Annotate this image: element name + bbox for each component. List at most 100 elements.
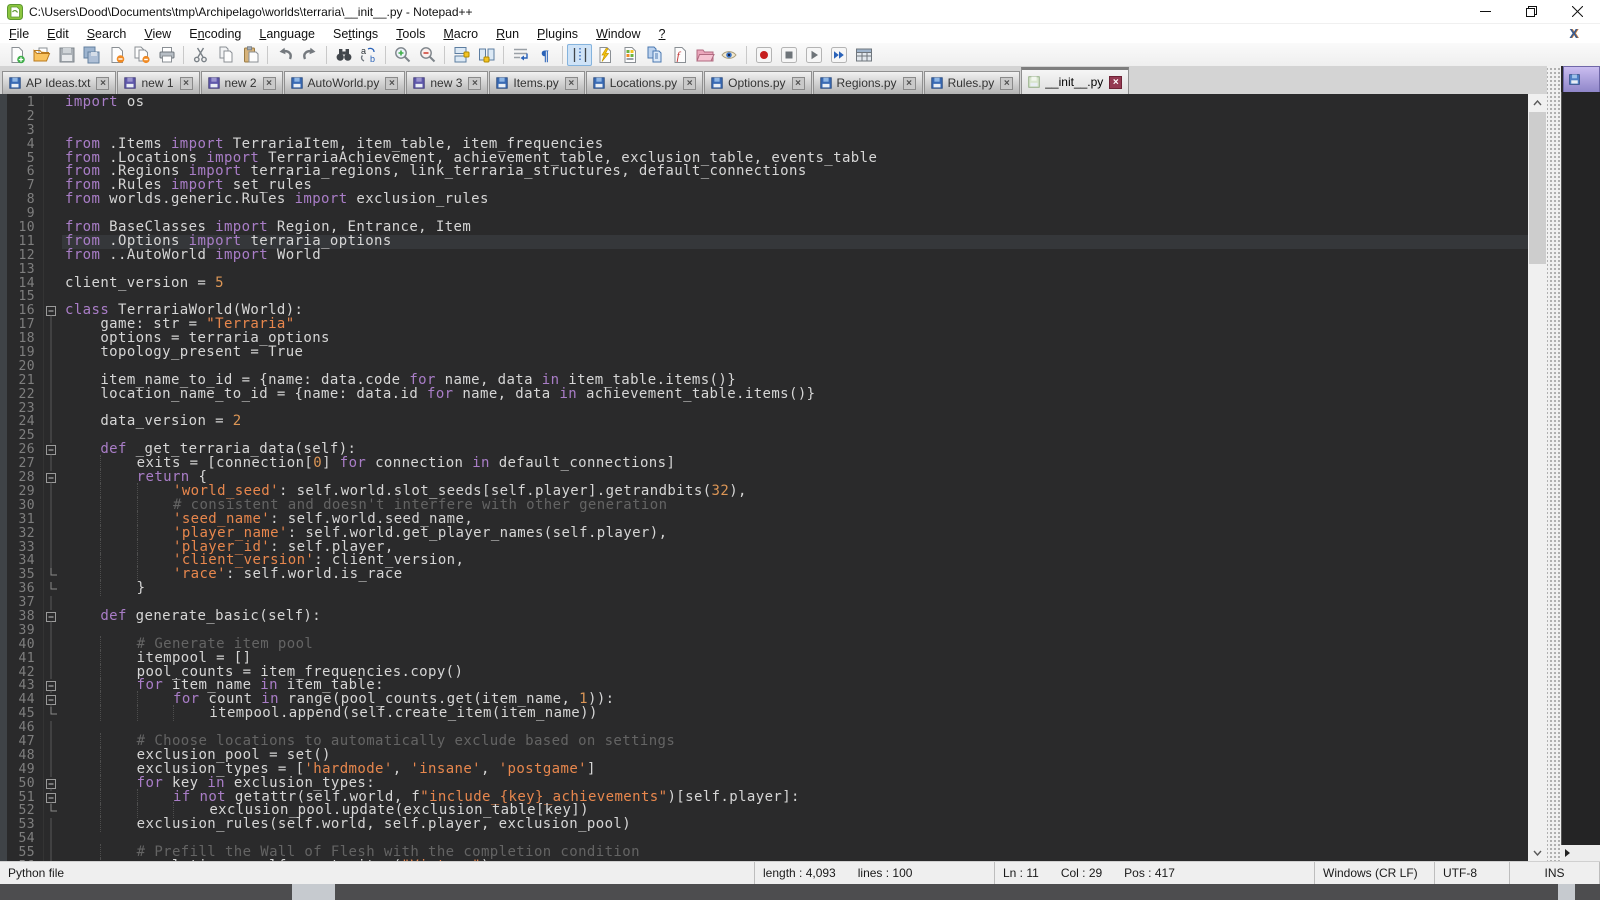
scroll-down-arrow[interactable] [1528, 844, 1547, 861]
code-line[interactable]: 12from ..AutoWorld import World [0, 249, 1528, 263]
code-line[interactable]: 35 'race': self.world.is_race [0, 568, 1528, 582]
document-list-icon[interactable] [642, 44, 667, 66]
fold-collapse-icon[interactable] [44, 693, 62, 707]
scroll-up-arrow[interactable] [1528, 94, 1547, 111]
menu-settings[interactable]: Settings [324, 26, 387, 42]
second-view-editor[interactable] [1561, 92, 1600, 845]
tab-regions-py[interactable]: Regions.py× [813, 71, 923, 94]
code-line[interactable]: 24 data_version = 2 [0, 415, 1528, 429]
cut-icon[interactable] [188, 44, 213, 66]
tab-close-icon[interactable]: × [903, 77, 916, 90]
menu-run[interactable]: Run [487, 26, 528, 42]
tab-close-icon[interactable]: × [180, 77, 193, 90]
open-file-icon[interactable] [29, 44, 54, 66]
close-icon[interactable] [104, 44, 129, 66]
second-view-tab[interactable] [1563, 66, 1600, 92]
code-line[interactable]: 13 [0, 263, 1528, 277]
minimize-button[interactable] [1462, 0, 1508, 23]
show-all-characters-icon[interactable]: ¶ [533, 44, 558, 66]
view-splitter[interactable] [1547, 66, 1561, 861]
fold-collapse-icon[interactable] [44, 471, 62, 485]
bookmark-margin[interactable] [0, 94, 7, 861]
tab-close-icon[interactable]: × [1000, 77, 1013, 90]
copy-icon[interactable] [213, 44, 238, 66]
tab-ap-ideas-txt[interactable]: AP Ideas.txt× [2, 71, 116, 94]
fold-collapse-icon[interactable] [44, 679, 62, 693]
stop-recording-icon[interactable] [776, 44, 801, 66]
taskbar-corner-button[interactable] [1558, 884, 1575, 900]
code-line[interactable]: 8from worlds.generic.Rules import exclus… [0, 193, 1528, 207]
find-icon[interactable] [331, 44, 356, 66]
paste-icon[interactable] [238, 44, 263, 66]
menu-language[interactable]: Language [250, 26, 324, 42]
run-macro-multiple-icon[interactable] [826, 44, 851, 66]
tab-new-2[interactable]: new 2× [201, 71, 283, 94]
menu-view[interactable]: View [135, 26, 180, 42]
status-insert-mode[interactable]: INS [1510, 862, 1600, 884]
tab-new-3[interactable]: new 3× [406, 71, 488, 94]
redo-icon[interactable] [297, 44, 322, 66]
document-switcher-icon[interactable]: f [667, 44, 692, 66]
tab-options-py[interactable]: Options.py× [704, 71, 811, 94]
menu-edit[interactable]: Edit [38, 26, 78, 42]
zoom-out-icon[interactable] [415, 44, 440, 66]
menu-tools[interactable]: Tools [387, 26, 434, 42]
close-button[interactable] [1554, 0, 1600, 23]
code-line[interactable]: 45 itempool.append(self.create_item(item… [0, 707, 1528, 721]
playback-icon[interactable] [801, 44, 826, 66]
replace-icon[interactable]: ab [356, 44, 381, 66]
code-line[interactable]: 38 def generate_basic(self): [0, 610, 1528, 624]
taskbar-button[interactable] [292, 884, 335, 900]
code-line[interactable]: 14client_version = 5 [0, 277, 1528, 291]
tab-close-icon[interactable]: × [683, 77, 696, 90]
tab-items-py[interactable]: Items.py× [489, 71, 584, 94]
tab-rules-py[interactable]: Rules.py× [924, 71, 1021, 94]
fold-collapse-icon[interactable] [44, 791, 62, 805]
tab-close-icon[interactable]: × [792, 77, 805, 90]
menu-window[interactable]: Window [587, 26, 649, 42]
indent-guide-icon[interactable] [567, 44, 592, 66]
new-file-icon[interactable] [4, 44, 29, 66]
menu-macro[interactable]: Macro [434, 26, 487, 42]
tab-close-icon[interactable]: × [468, 77, 481, 90]
sync-scroll-horizontal-icon[interactable] [474, 44, 499, 66]
undo-icon[interactable] [272, 44, 297, 66]
tab--init-py[interactable]: __init__.py× [1021, 67, 1129, 94]
code-line[interactable]: 2 [0, 110, 1528, 124]
code-line[interactable]: 36 } [0, 582, 1528, 596]
code-line[interactable]: 1import os [0, 96, 1528, 110]
document-map-icon[interactable] [617, 44, 642, 66]
menu-encoding[interactable]: Encoding [180, 26, 250, 42]
vertical-scrollbar[interactable] [1528, 94, 1547, 861]
fold-collapse-icon[interactable] [44, 304, 62, 318]
tab-autoworld-py[interactable]: AutoWorld.py× [284, 71, 406, 94]
code-line[interactable]: 19 topology_present = True [0, 346, 1528, 360]
tab-locations-py[interactable]: Locations.py× [586, 71, 703, 94]
code-line[interactable]: 53 exclusion_rules(self.world, self.play… [0, 818, 1528, 832]
tab-close-icon[interactable]: × [565, 77, 578, 90]
tab-close-icon[interactable]: × [385, 77, 398, 90]
print-icon[interactable] [154, 44, 179, 66]
tab-new-1[interactable]: new 1× [117, 71, 199, 94]
code-line[interactable]: 22 location_name_to_id = {name: data.id … [0, 388, 1528, 402]
tab-close-icon[interactable]: × [96, 77, 109, 90]
save-icon[interactable] [54, 44, 79, 66]
code-editor[interactable]: 1import os234from .Items import Terraria… [0, 94, 1528, 861]
code-line[interactable]: 27 exits = [connection[0] for connection… [0, 457, 1528, 471]
menu-search[interactable]: Search [78, 26, 136, 42]
sync-scroll-vertical-icon[interactable] [449, 44, 474, 66]
tab-close-icon[interactable]: × [263, 77, 276, 90]
function-list-icon[interactable] [592, 44, 617, 66]
document-close-icon[interactable]: X [1569, 26, 1578, 41]
start-recording-icon[interactable] [751, 44, 776, 66]
menu-file[interactable]: File [0, 26, 38, 42]
folder-as-workspace-icon[interactable] [692, 44, 717, 66]
scrollbar-thumb[interactable] [1529, 112, 1546, 264]
fold-collapse-icon[interactable] [44, 610, 62, 624]
save-all-icon[interactable] [79, 44, 104, 66]
zoom-in-icon[interactable] [390, 44, 415, 66]
fold-collapse-icon[interactable] [44, 777, 62, 791]
fold-collapse-icon[interactable] [44, 443, 62, 457]
status-eol[interactable]: Windows (CR LF) [1315, 862, 1435, 884]
menu-plugins[interactable]: Plugins [528, 26, 587, 42]
